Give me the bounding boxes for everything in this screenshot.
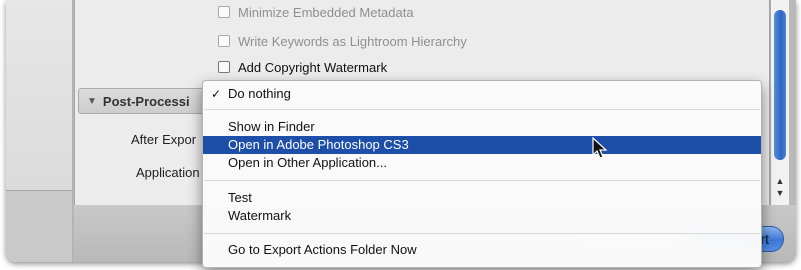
- copyright-watermark-checkbox[interactable]: [218, 61, 230, 73]
- menu-item-open-in-photoshop[interactable]: Open in Adobe Photoshop CS3: [203, 136, 761, 154]
- menu-item-label: Go to Export Actions Folder Now: [228, 242, 417, 257]
- scroll-up-arrow-icon[interactable]: ▲: [775, 176, 785, 186]
- preset-sidebar: [6, 0, 73, 262]
- write-keywords-option[interactable]: Write Keywords as Lightroom Hierarchy: [218, 31, 467, 51]
- menu-item-label: Open in Other Application...: [228, 155, 387, 170]
- menu-item-label: Show in Finder: [228, 119, 315, 134]
- write-keywords-label: Write Keywords as Lightroom Hierarchy: [238, 33, 467, 49]
- scroll-thumb[interactable]: [774, 10, 786, 160]
- disclosure-triangle-icon[interactable]: ▼: [87, 96, 97, 107]
- menu-item-label: Open in Adobe Photoshop CS3: [228, 137, 409, 152]
- copyright-watermark-option[interactable]: Add Copyright Watermark: [218, 57, 387, 77]
- checkmark-icon: ✓: [211, 87, 222, 101]
- menu-item-label: Do nothing: [228, 86, 291, 101]
- write-keywords-checkbox[interactable]: [218, 35, 230, 47]
- menu-item-go-to-export-actions-folder[interactable]: Go to Export Actions Folder Now: [203, 241, 761, 259]
- minimize-metadata-option[interactable]: Minimize Embedded Metadata: [218, 2, 414, 22]
- menu-item-label: Watermark: [228, 208, 292, 223]
- copyright-watermark-label: Add Copyright Watermark: [238, 59, 388, 75]
- minimize-metadata-checkbox[interactable]: [218, 6, 230, 18]
- menu-item-open-in-other-application[interactable]: Open in Other Application...: [203, 154, 761, 172]
- after-export-label: After Expor: [131, 132, 197, 147]
- preset-sidebar-footer: [6, 190, 72, 262]
- menu-separator: [204, 233, 760, 234]
- menu-separator: [204, 180, 760, 181]
- post-processing-title: Post-Processi: [102, 93, 190, 109]
- scroll-down-arrow-icon[interactable]: ▼: [775, 188, 785, 198]
- minimize-metadata-label: Minimize Embedded Metadata: [238, 4, 414, 20]
- menu-item-test[interactable]: Test: [203, 189, 761, 207]
- menu-item-watermark[interactable]: Watermark: [203, 207, 761, 225]
- mouse-pointer-icon: [592, 137, 608, 159]
- application-label: Application: [136, 165, 200, 180]
- menu-item-label: Test: [228, 190, 252, 205]
- after-export-popup-menu: ✓ Do nothing Show in Finder Open in Adob…: [202, 80, 762, 268]
- menu-separator: [204, 109, 760, 110]
- settings-scrollbar[interactable]: ▲ ▼: [770, 0, 789, 205]
- menu-item-do-nothing[interactable]: ✓ Do nothing: [203, 85, 761, 103]
- menu-item-show-in-finder[interactable]: Show in Finder: [203, 118, 761, 136]
